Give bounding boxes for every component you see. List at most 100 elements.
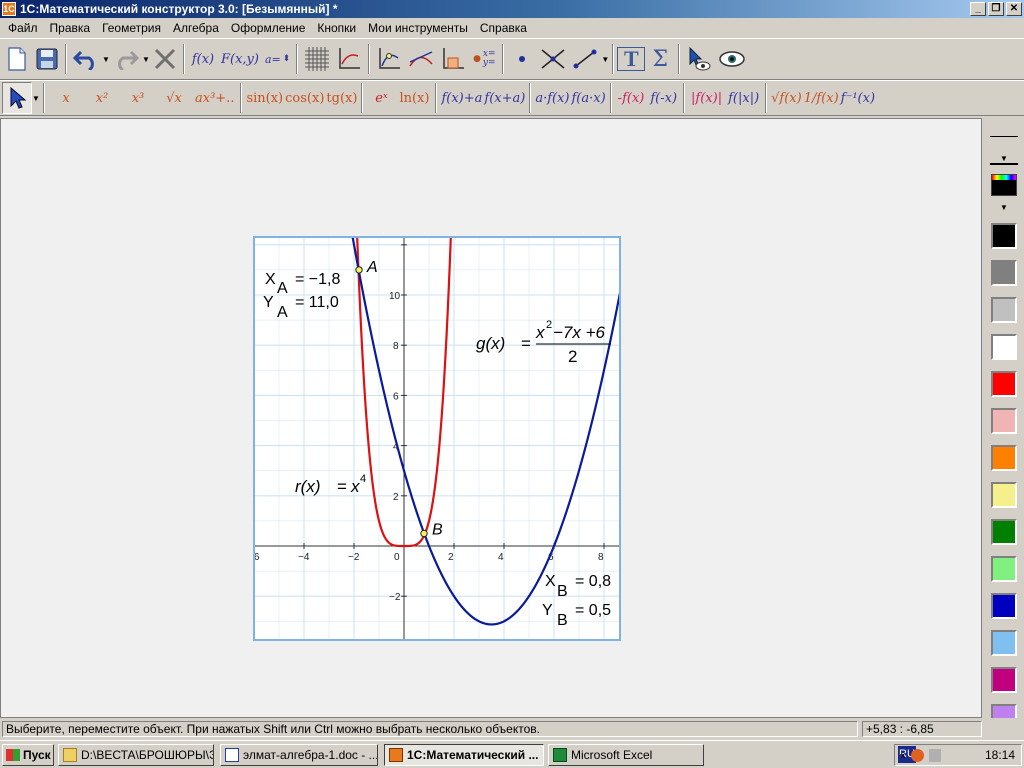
fn-abs-button[interactable]: |f(x)| [688,82,725,114]
text-tool-button[interactable]: T [617,46,646,71]
undo-button[interactable] [70,43,102,75]
readout-a-x-label: X [265,271,276,288]
toolbar-separator [368,44,371,74]
fn-neg-x-button[interactable]: f(-x) [647,82,680,114]
undo-dropdown-arrow[interactable]: ▼ [102,55,110,64]
tray-speaker-icon[interactable] [929,749,941,762]
fn-scale-x-button[interactable]: f(a·x) [571,82,607,114]
tray-app-icon[interactable] [911,749,924,762]
select-view-button[interactable] [683,43,715,75]
fn-neg-y-button[interactable]: -f(x) [615,82,648,114]
new-document-button[interactable] [2,43,32,75]
color-swatch[interactable] [991,260,1017,286]
minimize-button[interactable]: _ [970,2,986,16]
function-fxy-button[interactable]: F(x,y) [218,43,262,75]
color-swatch[interactable] [991,408,1017,434]
formula-r[interactable]: r(x) = x 4 [295,473,366,496]
fn-exp-button[interactable]: eˣ [366,82,396,114]
fn-ln-button[interactable]: ln(x) [396,82,432,114]
fn-poly-button[interactable]: ax³+.. [192,82,237,114]
color-swatch[interactable] [991,556,1017,582]
fn-shift-y-button[interactable]: f(x)+a [440,82,483,114]
color-swatch[interactable] [991,593,1017,619]
visibility-button[interactable] [715,43,749,75]
fn-inv-button[interactable]: 1/f(x) [803,82,840,114]
color-swatch[interactable] [991,297,1017,323]
readout-b-x-value: = 0,8 [575,573,611,590]
taskbar: Пуск D:\ВЕСТА\БРОШЮРЫ\Э... элмат-алгебра… [0,740,1024,768]
graph-frame[interactable]: −6−4−202468−2246810 A B X A = −1,8 Y A =… [253,236,621,641]
color-swatch[interactable] [991,371,1017,397]
point-button[interactable] [507,43,537,75]
fn-cos-button[interactable]: cos(x) [284,82,325,114]
menu-bar: Файл Правка Геометрия Алгебра Оформление… [0,18,1024,38]
tray-expand-icon[interactable]: « [899,745,906,765]
fn-inverse-button[interactable]: f⁻¹(x) [840,82,876,114]
point-b[interactable] [420,529,428,538]
menu-design[interactable]: Оформление [225,18,311,38]
readout-b-y-label: Y [542,602,553,619]
close-button[interactable]: ✕ [1006,2,1022,16]
area-button[interactable] [437,43,469,75]
color-swatch[interactable] [991,334,1017,360]
formula-g[interactable]: g(x) = x 2 −7x +6 2 [476,319,611,366]
fn-x2-button[interactable]: x² [84,82,120,114]
drawing-workspace[interactable]: −6−4−202468−2246810 A B X A = −1,8 Y A =… [0,118,982,718]
x-tick-label: 4 [498,552,504,563]
fn-tg-button[interactable]: tg(x) [325,82,358,114]
fn-shift-x-button[interactable]: f(x+a) [483,82,526,114]
redo-button[interactable] [110,43,142,75]
readout-b[interactable]: X B = 0,8 Y B = 0,5 [542,573,611,629]
task-math-constructor[interactable]: 1С:Математический ... [384,744,544,766]
fn-scale-y-button[interactable]: a·f(x) [534,82,570,114]
fn-sqrt-f-button[interactable]: √f(x) [770,82,803,114]
intersection-button[interactable] [537,43,569,75]
task-word[interactable]: элмат-алгебра-1.doc - ... [220,744,378,766]
color-dropdown-arrow[interactable]: ▼ [1000,203,1008,212]
segment-dropdown-arrow[interactable]: ▼ [601,55,609,64]
menu-file[interactable]: Файл [2,18,44,38]
menu-buttons[interactable]: Кнопки [311,18,362,38]
color-swatch[interactable] [991,667,1017,693]
fn-sin-button[interactable]: sin(x) [245,82,284,114]
graph-point-button[interactable] [373,43,405,75]
select-tool-button[interactable] [2,82,32,114]
menu-my-tools[interactable]: Мои инструменты [362,18,474,38]
segment-button[interactable] [569,43,601,75]
point-a[interactable] [355,266,363,274]
menu-geometry[interactable]: Геометрия [96,18,167,38]
grid-button[interactable] [301,43,333,75]
restore-button[interactable]: ❐ [988,2,1004,16]
function-fx-button[interactable]: f(x) [188,43,218,75]
line-style-dropdown-arrow[interactable]: ▼ [1000,154,1008,163]
menu-help[interactable]: Справка [474,18,533,38]
color-swatch[interactable] [991,223,1017,249]
save-button[interactable] [32,43,62,75]
menu-edit[interactable]: Правка [44,18,97,38]
color-swatch[interactable] [991,482,1017,508]
select-tool-dropdown-arrow[interactable]: ▼ [32,94,40,103]
sum-tool-button[interactable]: Σ [645,43,675,75]
xy-equation-button[interactable]: ● x= y= [469,43,499,75]
axes-button[interactable] [333,43,365,75]
color-swatch[interactable] [991,519,1017,545]
line-style-thin[interactable] [990,136,1018,137]
toolbar-separator [183,44,185,74]
delete-button[interactable] [150,43,180,75]
start-button[interactable]: Пуск [2,744,54,766]
parameter-button[interactable]: a= ⬍ [262,43,293,75]
fn-abs-x-button[interactable]: f(|x|) [725,82,762,114]
redo-dropdown-arrow[interactable]: ▼ [142,55,150,64]
color-swatch[interactable] [991,630,1017,656]
graph-plot[interactable]: −6−4−202468−2246810 A B X A = −1,8 Y A =… [255,238,619,639]
fn-x-button[interactable]: x [48,82,84,114]
menu-algebra[interactable]: Алгебра [167,18,225,38]
line-style-thick[interactable] [990,163,1018,165]
fn-x3-button[interactable]: x³ [120,82,156,114]
task-folder[interactable]: D:\ВЕСТА\БРОШЮРЫ\Э... [58,744,214,766]
current-color-indicator[interactable] [991,174,1017,196]
fn-sqrt-button[interactable]: √x [156,82,192,114]
task-excel[interactable]: Microsoft Excel [548,744,704,766]
color-swatch[interactable] [991,445,1017,471]
tangent-button[interactable] [405,43,437,75]
